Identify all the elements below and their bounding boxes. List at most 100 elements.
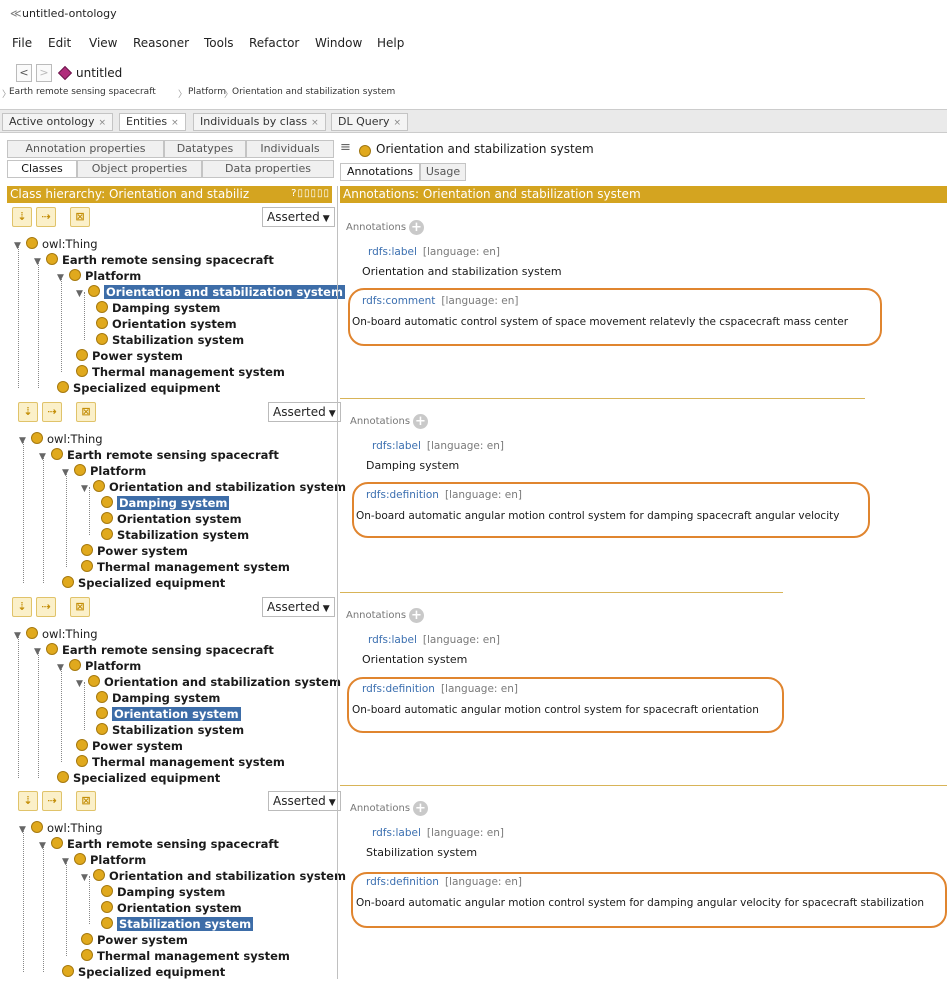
delete-class-icon[interactable]: ⊠ <box>76 402 96 422</box>
tree-node-special[interactable]: Specialized equipment <box>62 575 225 591</box>
add-annotation-icon[interactable]: + <box>413 801 428 816</box>
tree-node-earth[interactable]: ▼ Earth remote sensing spacecraft <box>34 252 274 268</box>
tree-node-special[interactable]: Specialized equipment <box>57 380 220 396</box>
tree-node-special[interactable]: Specialized equipment <box>62 964 225 980</box>
property-name[interactable]: rdfs:label <box>368 246 417 258</box>
expand-arrow-icon[interactable]: ▼ <box>62 465 72 481</box>
menu-view[interactable]: View <box>89 36 117 50</box>
expand-arrow-icon[interactable]: ▼ <box>62 854 72 870</box>
tree-node-platform[interactable]: ▼ Platform <box>62 463 146 479</box>
tree-node-damping[interactable]: Damping system <box>101 884 225 900</box>
tab-active-ontology[interactable]: Active ontology × <box>2 113 114 131</box>
tree-node-stabilization[interactable]: Stabilization system <box>96 332 244 348</box>
tree-node-thing[interactable]: ▼ owl:Thing <box>19 431 103 447</box>
breadcrumb-item[interactable]: Earth remote sensing spacecraft <box>9 87 156 97</box>
tab-dl-query[interactable]: DL Query × <box>331 113 409 131</box>
close-icon[interactable]: × <box>171 118 179 128</box>
tab-entities[interactable]: Entities × <box>119 113 186 131</box>
tree-node-orientstab[interactable]: ▼ Orientation and stabilization system <box>76 284 345 300</box>
tree-node-thermal[interactable]: Thermal management system <box>76 364 285 380</box>
tree-node-orientation[interactable]: Orientation system <box>96 316 237 332</box>
tree-node-platform[interactable]: ▼ Platform <box>57 658 141 674</box>
tree-node-stabilization[interactable]: Stabilization system <box>101 916 254 932</box>
close-icon[interactable]: × <box>99 118 107 128</box>
delete-class-icon[interactable]: ⊠ <box>70 597 90 617</box>
breadcrumb-item[interactable]: Platform <box>188 87 226 97</box>
add-subclass-icon[interactable]: ⇣ <box>18 402 38 422</box>
tree-node-earth[interactable]: ▼ Earth remote sensing spacecraft <box>34 642 274 658</box>
menu-edit[interactable]: Edit <box>48 36 71 50</box>
view-controls-icon[interactable]: ?▯▯▯▯▯ <box>291 188 330 199</box>
subtab-classes[interactable]: Classes <box>7 160 77 178</box>
tree-node-earth[interactable]: ▼ Earth remote sensing spacecraft <box>39 447 279 463</box>
tree-node-stabilization[interactable]: Stabilization system <box>101 527 249 543</box>
menu-help[interactable]: Help <box>377 36 404 50</box>
hierarchy-mode-select[interactable]: Asserted ▼ <box>268 402 341 422</box>
tree-node-thing[interactable]: ▼ owl:Thing <box>14 626 98 642</box>
tree-node-power[interactable]: Power system <box>81 932 188 948</box>
add-subclass-icon[interactable]: ⇣ <box>12 207 32 227</box>
breadcrumb-item[interactable]: Orientation and stabilization system <box>232 87 395 97</box>
tree-node-orientation[interactable]: Orientation system <box>101 511 242 527</box>
expand-arrow-icon[interactable]: ▼ <box>76 676 86 692</box>
tree-node-thermal[interactable]: Thermal management system <box>81 948 290 964</box>
expand-arrow-icon[interactable]: ▼ <box>14 238 24 254</box>
tree-node-damping[interactable]: Damping system <box>101 495 230 511</box>
tree-node-orientation[interactable]: Orientation system <box>101 900 242 916</box>
hierarchy-mode-select[interactable]: Asserted ▼ <box>262 597 335 617</box>
property-name[interactable]: rdfs:label <box>372 440 421 452</box>
hierarchy-mode-select[interactable]: Asserted ▼ <box>268 791 341 811</box>
tree-node-orientation[interactable]: Orientation system <box>96 706 241 722</box>
subtab-object-properties[interactable]: Object properties <box>77 160 202 178</box>
menu-reasoner[interactable]: Reasoner <box>133 36 189 50</box>
tree-node-power[interactable]: Power system <box>76 738 183 754</box>
menu-window[interactable]: Window <box>315 36 362 50</box>
tree-node-power[interactable]: Power system <box>76 348 183 364</box>
tree-node-stabilization[interactable]: Stabilization system <box>96 722 244 738</box>
tree-node-thing[interactable]: ▼ owl:Thing <box>14 236 98 252</box>
delete-class-icon[interactable]: ⊠ <box>70 207 90 227</box>
expand-arrow-icon[interactable]: ▼ <box>39 838 49 854</box>
add-annotation-icon[interactable]: + <box>409 220 424 235</box>
active-ontology-name[interactable]: untitled <box>76 66 122 80</box>
tree-node-thing[interactable]: ▼ owl:Thing <box>19 820 103 836</box>
property-name[interactable]: rdfs:label <box>372 827 421 839</box>
delete-class-icon[interactable]: ⊠ <box>76 791 96 811</box>
expand-arrow-icon[interactable]: ▼ <box>34 254 44 270</box>
expand-arrow-icon[interactable]: ▼ <box>57 660 67 676</box>
add-subclass-icon[interactable]: ⇣ <box>12 597 32 617</box>
close-icon[interactable]: × <box>394 118 402 128</box>
expand-arrow-icon[interactable]: ▼ <box>76 286 86 302</box>
hierarchy-mode-select[interactable]: Asserted ▼ <box>262 207 335 227</box>
back-button[interactable]: < <box>16 64 32 82</box>
add-subclass-icon[interactable]: ⇣ <box>18 791 38 811</box>
tab-usage[interactable]: Usage <box>420 163 466 181</box>
tree-node-platform[interactable]: ▼ Platform <box>62 852 146 868</box>
tree-node-orientstab[interactable]: ▼ Orientation and stabilization system <box>81 479 346 495</box>
subtab-datatypes[interactable]: Datatypes <box>164 140 246 158</box>
tree-node-damping[interactable]: Damping system <box>96 300 220 316</box>
add-sibling-icon[interactable]: ⇢ <box>36 597 56 617</box>
tab-annotations[interactable]: Annotations <box>340 163 420 181</box>
tree-node-special[interactable]: Specialized equipment <box>57 770 220 786</box>
menu-tools[interactable]: Tools <box>204 36 234 50</box>
tab-individuals-by-class[interactable]: Individuals by class × <box>193 113 326 131</box>
subtab-data-properties[interactable]: Data properties <box>202 160 334 178</box>
close-icon[interactable]: × <box>311 118 319 128</box>
tree-node-earth[interactable]: ▼ Earth remote sensing spacecraft <box>39 836 279 852</box>
menu-file[interactable]: File <box>12 36 32 50</box>
expand-arrow-icon[interactable]: ▼ <box>34 644 44 660</box>
add-sibling-icon[interactable]: ⇢ <box>42 402 62 422</box>
forward-button[interactable]: > <box>36 64 52 82</box>
tree-node-thermal[interactable]: Thermal management system <box>76 754 285 770</box>
add-sibling-icon[interactable]: ⇢ <box>42 791 62 811</box>
menu-refactor[interactable]: Refactor <box>249 36 299 50</box>
expand-arrow-icon[interactable]: ▼ <box>57 270 67 286</box>
property-name[interactable]: rdfs:label <box>368 634 417 646</box>
expand-arrow-icon[interactable]: ▼ <box>81 481 91 497</box>
expand-arrow-icon[interactable]: ▼ <box>81 870 91 886</box>
expand-arrow-icon[interactable]: ▼ <box>14 628 24 644</box>
tree-node-damping[interactable]: Damping system <box>96 690 220 706</box>
add-annotation-icon[interactable]: + <box>413 414 428 429</box>
tree-node-thermal[interactable]: Thermal management system <box>81 559 290 575</box>
